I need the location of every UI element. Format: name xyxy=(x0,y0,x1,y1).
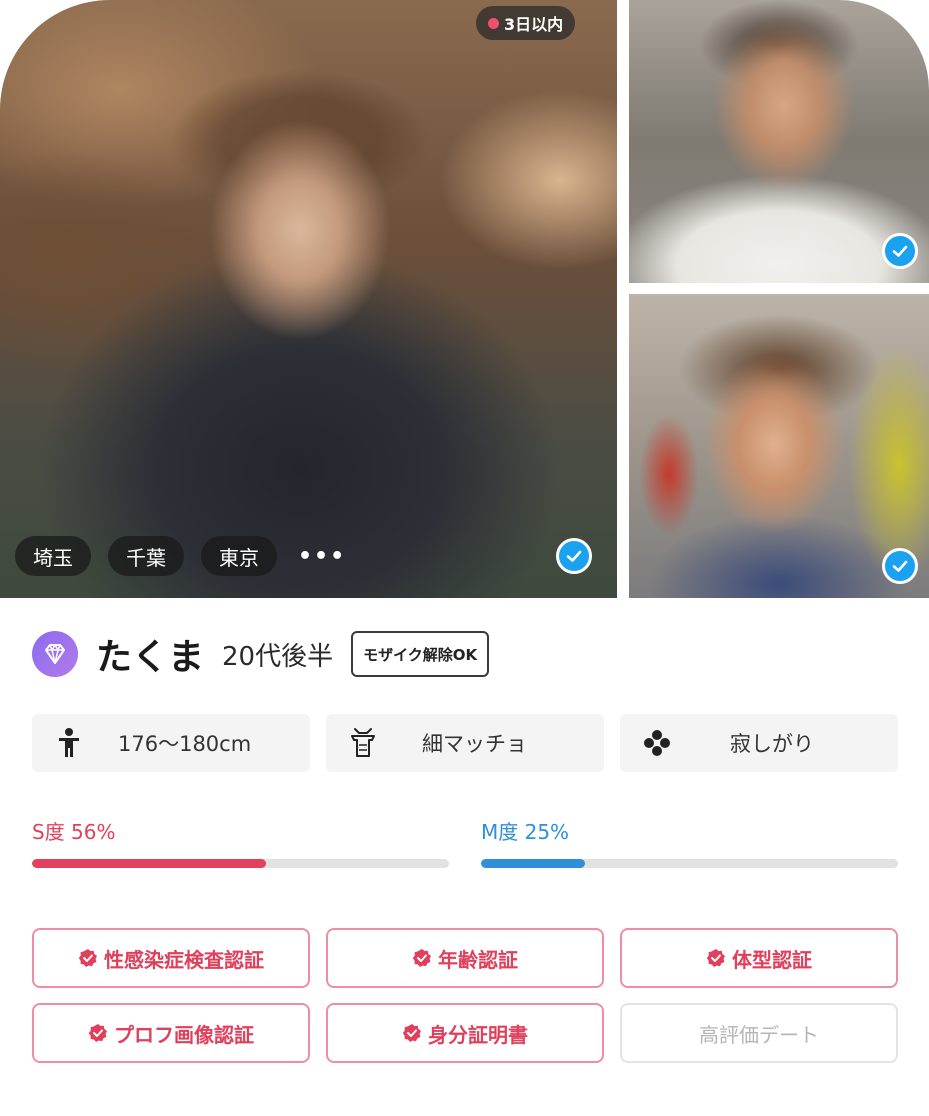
cert-badge-id-document[interactable]: 身分証明書 xyxy=(326,1003,604,1063)
cert-badge-label: 身分証明書 xyxy=(428,1022,528,1047)
cert-badge-label: プロフ画像認証 xyxy=(114,1022,254,1047)
attribute-list: 176〜180cm 細マッチョ 寂しがり xyxy=(32,714,898,772)
cert-badge-label: 年齢認証 xyxy=(438,947,518,972)
more-areas-button[interactable]: ••• xyxy=(298,544,346,569)
verified-check-icon xyxy=(882,233,918,269)
user-age: 20代後半 xyxy=(222,641,334,672)
personality-icon xyxy=(644,730,670,756)
sub-profile-photo-2[interactable] xyxy=(629,294,929,598)
area-tags: 埼玉 千葉 東京 ••• xyxy=(15,536,346,576)
attribute-body-type: 細マッチョ xyxy=(326,714,604,772)
m-degree-fill xyxy=(481,859,586,868)
m-degree-gauge: M度 25% xyxy=(481,816,898,868)
check-badge-icon xyxy=(78,949,97,967)
m-degree-label: M度 25% xyxy=(481,820,570,844)
check-badge-icon xyxy=(412,949,431,967)
photo-gallery: 3日以内 埼玉 千葉 東京 ••• xyxy=(0,0,929,598)
online-status-badge: 3日以内 xyxy=(476,6,576,40)
cert-badge-label: 性感染症検査認証 xyxy=(104,947,264,972)
s-degree-track xyxy=(32,859,449,868)
s-degree-label: S度 56% xyxy=(32,820,116,844)
verified-check-icon xyxy=(882,548,918,584)
main-profile-photo[interactable]: 3日以内 埼玉 千葉 東京 ••• xyxy=(0,0,617,598)
person-icon xyxy=(59,728,79,757)
mosaic-ok-badge: モザイク解除OK xyxy=(351,631,490,677)
s-degree-fill xyxy=(32,859,266,868)
cert-badge-label: 高評価デート xyxy=(699,1022,819,1047)
area-tag: 千葉 xyxy=(108,536,184,576)
cert-badge-label: 体型認証 xyxy=(732,947,812,972)
cert-badge-profile-photo[interactable]: プロフ画像認証 xyxy=(32,1003,310,1063)
m-degree-track xyxy=(481,859,898,868)
attribute-body-type-label: 細マッチョ xyxy=(422,732,527,756)
body-type-icon xyxy=(351,728,375,757)
check-badge-icon xyxy=(88,1024,107,1042)
attribute-height: 176〜180cm xyxy=(32,714,310,772)
diamond-rank-icon xyxy=(32,631,78,677)
attribute-personality: 寂しがり xyxy=(620,714,898,772)
cert-badge-high-rated-date[interactable]: 高評価デート xyxy=(620,1003,898,1063)
check-badge-icon xyxy=(402,1024,421,1042)
online-dot-icon xyxy=(488,17,499,29)
area-tag: 東京 xyxy=(201,536,277,576)
attribute-personality-label: 寂しがり xyxy=(730,732,814,756)
certification-badges: 性感染症検査認証 年齢認証 体型認証 プロフ画像認証 身分証明書 高評価デート xyxy=(32,928,898,1063)
cert-badge-body-type[interactable]: 体型認証 xyxy=(620,928,898,988)
cert-badge-age[interactable]: 年齢認証 xyxy=(326,928,604,988)
online-status-text: 3日以内 xyxy=(504,15,564,34)
user-name: たくま xyxy=(96,637,205,678)
check-badge-icon xyxy=(706,949,725,967)
s-degree-gauge: S度 56% xyxy=(32,816,449,868)
profile-header: たくま 20代後半 モザイク解除OK xyxy=(32,628,490,680)
attribute-height-label: 176〜180cm xyxy=(118,732,252,756)
verified-check-icon xyxy=(556,538,592,574)
cert-badge-std-test[interactable]: 性感染症検査認証 xyxy=(32,928,310,988)
sub-profile-photo-1[interactable] xyxy=(629,0,929,283)
area-tag: 埼玉 xyxy=(15,536,91,576)
